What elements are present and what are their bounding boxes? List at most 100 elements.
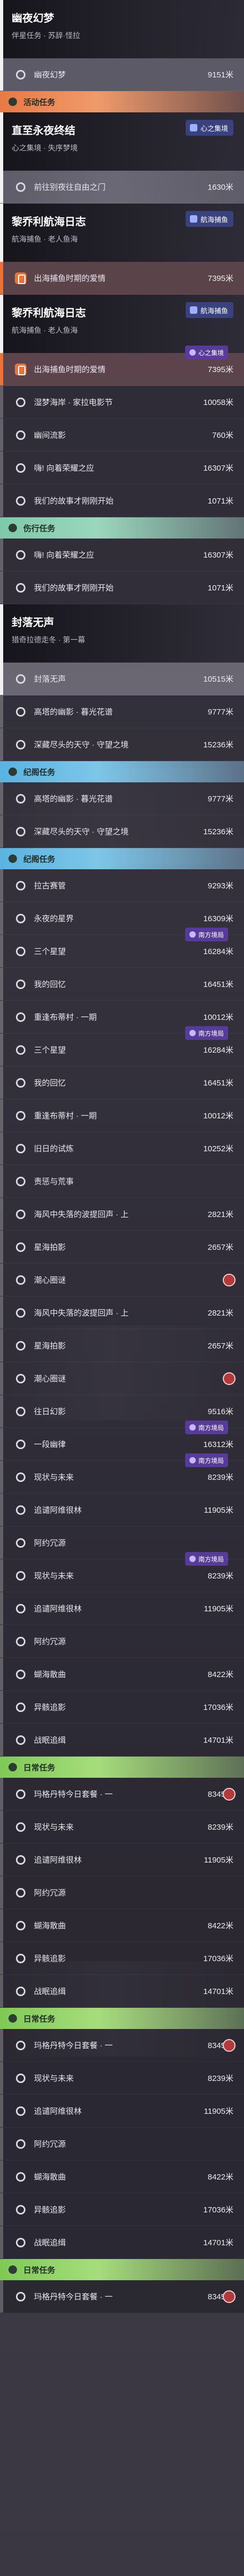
quest-item[interactable]: 玛格丹特今日套餐 · 一 8345米	[0, 2280, 244, 2313]
quest-item[interactable]: 出海捕鱼时期的爱情 7395米	[0, 262, 244, 295]
tracking-marker-icon[interactable]	[223, 1273, 236, 1286]
quest-item[interactable]: 我们的故事才刚刚开始 1071米	[0, 571, 244, 604]
quest-item[interactable]: 深藏尽头的天守 · 守望之境 15236米	[0, 815, 244, 848]
quest-group-header[interactable]: 封落无声 猎奇拉德走冬 · 第一幕	[0, 604, 244, 663]
quest-distance: 16451米	[203, 1079, 233, 1088]
tracking-marker-icon[interactable]	[223, 1372, 236, 1385]
quest-item[interactable]: 幽夜幻梦 9151米	[0, 58, 244, 91]
quest-status-icon	[16, 1505, 25, 1515]
quest-item[interactable]: 我的回忆 16451米	[0, 968, 244, 1001]
quest-name: 战眠追缉	[34, 1987, 66, 1996]
tracking-marker-icon[interactable]	[223, 2039, 236, 2052]
quest-distance: 14701米	[203, 1987, 233, 1996]
quest-item[interactable]: 阿约冗源	[0, 1876, 244, 1909]
quest-distance: 8422米	[207, 2173, 233, 2182]
quest-name: 阿约冗源	[34, 2140, 66, 2149]
quest-item[interactable]: 现状与未来 8239米	[0, 2062, 244, 2095]
quest-distance: 1630米	[207, 183, 233, 192]
quest-item[interactable]: 高塔的幽影 · 暮光花谱 9777米	[0, 695, 244, 728]
quest-distance: 14701米	[203, 2238, 233, 2247]
quest-name: 旧日的试炼	[34, 1144, 74, 1153]
quest-item[interactable]: 追谴阿维很林 11905米	[0, 1843, 244, 1876]
quest-item[interactable]: 蝴海散曲 8422米	[0, 2160, 244, 2193]
quest-status-icon	[16, 2139, 25, 2149]
quest-name: 现状与未来	[34, 1823, 74, 1832]
category-title: 伤行任务	[23, 524, 56, 533]
quest-name: 高塔的幽影 · 暮光花谱	[34, 795, 113, 804]
quest-item[interactable]: 潮心圈谜	[0, 1264, 244, 1296]
quest-item[interactable]: 嗨! 向着荣耀之应 16307米	[0, 452, 244, 484]
quest-item[interactable]: 星海拍影 2657米	[0, 1329, 244, 1362]
quest-item[interactable]: 潮心圈谜	[0, 1362, 244, 1395]
quest-item[interactable]: 高塔的幽影 · 暮光花谱 9777米	[0, 782, 244, 815]
quest-item[interactable]: 出海捕鱼时期的爱情 7395米 心之集境	[0, 346, 244, 386]
quest-status-icon	[16, 463, 25, 473]
quest-item[interactable]: 海风中失落的波提回声 · 上 2821米	[0, 1296, 244, 1329]
quest-item[interactable]: 追谴阿维很林 11905米	[0, 1592, 244, 1625]
quest-distance: 10515米	[203, 675, 233, 684]
quest-status-icon	[16, 1887, 25, 1898]
quest-category-header: 伤行任务	[0, 517, 244, 539]
quest-item-bar	[0, 1099, 3, 1132]
category-title: 日常任务	[23, 2014, 56, 2024]
quest-item[interactable]: 前往别夜往自由之门 1630米	[0, 171, 244, 204]
quest-item[interactable]: 湿梦海岸 · 家拉电影节 10058米	[0, 386, 244, 419]
quest-item[interactable]: 异骸追影 17036米	[0, 1942, 244, 1975]
quest-item[interactable]: 现状与未来 8239米 南方境局	[0, 1552, 244, 1592]
quest-group-header[interactable]: 直至永夜终结 心之集境 · 失序梦境 心之集境	[0, 112, 244, 171]
quest-status-icon	[16, 1669, 25, 1679]
quest-item[interactable]: 海风中失落的波提回声 · 上 2821米	[0, 1198, 244, 1231]
quest-item[interactable]: 异骸追影 17036米	[0, 2193, 244, 2226]
quest-distance: 8422米	[207, 1921, 233, 1930]
quest-item[interactable]: 战眠追缉 14701米	[0, 2226, 244, 2259]
quest-item[interactable]: 阿约冗源	[0, 1625, 244, 1658]
quest-item[interactable]: 旧日的试炼 10252米	[0, 1132, 244, 1165]
quest-item[interactable]: 战眠追缉 14701米	[0, 1975, 244, 2008]
quest-group-header[interactable]: 黎乔利航海日志 航海捕鱼 · 老人鱼海 航海捕鱼	[0, 295, 244, 353]
quest-distance: 10012米	[203, 1013, 233, 1022]
quest-item[interactable]: 战眠追缉 14701米	[0, 1724, 244, 1757]
quest-item[interactable]: 现状与未来 8239米 南方境局	[0, 1453, 244, 1494]
quest-item[interactable]: 异骸追影 17036米	[0, 1691, 244, 1724]
category-title: 日常任务	[23, 2265, 56, 2275]
quest-item[interactable]: 深藏尽头的天守 · 守望之境 15236米	[0, 728, 244, 761]
quest-item-bar	[0, 1296, 3, 1329]
quest-item[interactable]: 现状与未来 8239米	[0, 1811, 244, 1843]
quest-item[interactable]: 封落无声 10515米	[0, 663, 244, 695]
quest-item[interactable]: 重逢布蒂村 · 一期 10012米	[0, 1099, 244, 1132]
quest-distance: 15236米	[203, 827, 233, 836]
tracking-marker-icon[interactable]	[223, 2290, 236, 2303]
quest-item[interactable]: 玛格丹特今日套餐 · 一 8345米	[0, 1778, 244, 1811]
quest-item[interactable]: 星海拍影 2657米	[0, 1231, 244, 1264]
quest-item[interactable]: 追谴阿维很林 11905米	[0, 1494, 244, 1527]
quest-status-icon	[16, 1855, 25, 1865]
quest-item-bar	[0, 2029, 3, 2061]
quest-item-bar	[0, 1198, 3, 1230]
quest-name: 玛格丹特今日套餐 · 一	[34, 2292, 113, 2301]
category-title: 日常任务	[23, 1763, 56, 1772]
quest-item-bar	[0, 2160, 3, 2193]
quest-distance: 9293米	[207, 881, 233, 890]
quest-item[interactable]: 蝴海散曲 8422米	[0, 1909, 244, 1942]
tracking-marker-icon[interactable]	[223, 1787, 236, 1801]
quest-group-header[interactable]: 黎乔利航海日志 航海捕鱼 · 老人鱼海 航海捕鱼	[0, 204, 244, 262]
quest-item[interactable]: 追谴阿维很林 11905米	[0, 2095, 244, 2128]
quest-item[interactable]: 三个星望 16284米 南方境局	[0, 928, 244, 968]
quest-status-icon	[16, 739, 25, 749]
quest-item[interactable]: 我的回忆 16451米	[0, 1066, 244, 1099]
quest-item[interactable]: 我们的故事才刚刚开始 1071米	[0, 484, 244, 517]
quest-item-bar	[0, 663, 3, 695]
quest-item[interactable]: 嗨! 向着荣耀之应 16307米	[0, 539, 244, 571]
region-tag: 心之集境	[185, 346, 228, 359]
quest-item[interactable]: 蝴海散曲 8422米	[0, 1658, 244, 1691]
quest-status-icon	[16, 2106, 25, 2116]
quest-item[interactable]: 拉古赛管 9293米	[0, 869, 244, 902]
category-title: 纪阁任务	[23, 854, 56, 864]
quest-item[interactable]: 阿约冗源	[0, 2128, 244, 2160]
quest-group-header[interactable]: 幽夜幻梦 伴星任务 · 苏辞·怪拉	[0, 0, 244, 58]
quest-item[interactable]: 幽间流影 760米	[0, 419, 244, 452]
region-badge: 航海捕鱼	[185, 302, 233, 318]
quest-item[interactable]: 玛格丹特今日套餐 · 一 8345米	[0, 2029, 244, 2062]
quest-item[interactable]: 三个星望 16284米 南方境局	[0, 1026, 244, 1066]
quest-item[interactable]: 责惩与荒事	[0, 1165, 244, 1198]
